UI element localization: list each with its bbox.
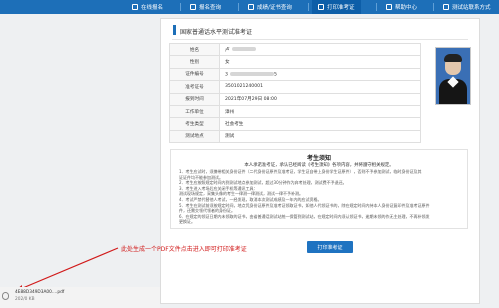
table-row: 证件编号 3 5 [169, 67, 421, 82]
nav-tab-label: 打印准考证 [327, 5, 355, 11]
certificate-icon [248, 4, 254, 10]
test-location-label: 测试地点 [169, 129, 220, 144]
test-location-value: 测试 [219, 129, 421, 144]
notice-line: 1．考生应试时，须携带相关身份证件（二代身份证原件及准考证，学生证自带上身份学生… [179, 169, 422, 174]
contact-icon [443, 4, 449, 10]
table-row: 考生类型 社会考生 [169, 117, 421, 131]
nav-tab-label: 成绩/证书查询 [257, 5, 292, 11]
nav-separator [433, 3, 434, 11]
ticket-number-value: 3501021240001 [219, 80, 421, 94]
table-row: 报到时间 2021年07月29日 08:00 [169, 92, 421, 106]
candidate-notice-box: 考生须知 本人承诺准考证，承认已经阅读《考生须知》各项内容，并将遵守相关规定。 … [170, 149, 468, 229]
nav-tab-3[interactable]: 打印准考证 [312, 0, 361, 14]
nav-tab-label: 在线报名 [141, 5, 164, 11]
notice-rules: 1．考生应试时，须携带相关身份证件（二代身份证原件及准考证，学生证自带上身份学生… [179, 169, 461, 225]
gender-value: 女 [219, 55, 421, 69]
report-time-value: 2021年07月29日 08:00 [219, 92, 421, 106]
nav-separator [376, 3, 377, 11]
nav-tab-label: 帮助中心 [395, 5, 418, 11]
title-accent-bar [173, 25, 176, 35]
nav-tab-4[interactable]: 帮助中心 [386, 0, 417, 14]
ticket-number-label: 准考证号 [169, 80, 220, 94]
name-label: 姓名 [169, 42, 220, 57]
search-icon [190, 4, 196, 10]
print-ticket-button[interactable]: 打印准考证 [307, 241, 353, 253]
download-item[interactable]: 4E88D349D3A00....pdf 202/0 KB [2, 289, 74, 305]
id-number-value: 3 [225, 72, 228, 78]
annotation-arrow [12, 247, 119, 293]
table-row: 性别 女 [169, 55, 421, 69]
table-row: 准考证号 3501021240001 [169, 80, 421, 94]
nav-tab-label: 测试站联系方式 [452, 5, 491, 11]
candidate-photo [435, 47, 471, 105]
nav-separator [180, 3, 181, 11]
name-value: 卢 [225, 47, 230, 53]
download-size: 202/0 KB [15, 297, 35, 302]
nav-tab-2[interactable]: 成绩/证书查询 [248, 0, 292, 14]
print-icon [318, 4, 324, 10]
notice-subtitle: 本人承诺准考证，承认已经阅读《考生须知》各项内容，并将遵守相关规定。 [244, 163, 394, 168]
table-row: 工作单位 漳州 [169, 104, 421, 119]
download-filename: 4E88D349D3A00....pdf [15, 290, 65, 295]
page-title: 国家普通话水平测试准考证 [180, 29, 253, 36]
notice-title: 考生须知 [306, 155, 331, 162]
candidate-info-table: 姓名 卢 性别 女 证件编号 3 5 准考证号 3501021240001 报到时… [169, 42, 421, 144]
gender-label: 性别 [169, 55, 220, 69]
employer-label: 工作单位 [169, 104, 220, 119]
monitor-icon [132, 4, 138, 10]
file-icon [2, 292, 9, 300]
nav-tab-0[interactable]: 在线报名 [132, 0, 163, 14]
redacted-blur [231, 47, 256, 52]
id-number-label: 证件编号 [169, 67, 220, 82]
redacted-blur [229, 71, 274, 76]
help-icon [386, 4, 392, 10]
nav-separator [238, 3, 239, 11]
notice-line: 更换证。 [179, 219, 195, 225]
employer-value: 漳州 [219, 104, 421, 119]
candidate-type-label: 考生类型 [169, 117, 220, 131]
id-number-suffix: 5 [273, 72, 277, 78]
notice-line: 6．在规定的领证日期内未领取的证书，由省普通话测试站统一保管到测试站，在规定时间… [179, 213, 430, 219]
nav-separator [308, 3, 309, 11]
title-divider [172, 39, 468, 40]
report-time-label: 报到时间 [169, 92, 220, 106]
nav-tab-label: 报名查询 [199, 5, 222, 11]
nav-tab-1[interactable]: 报名查询 [190, 0, 221, 14]
table-row: 测试地点 测试 [169, 129, 421, 144]
nav-tab-5[interactable]: 测试站联系方式 [443, 0, 491, 14]
table-row: 姓名 卢 [169, 42, 421, 57]
candidate-type-value: 社会考生 [219, 117, 421, 131]
